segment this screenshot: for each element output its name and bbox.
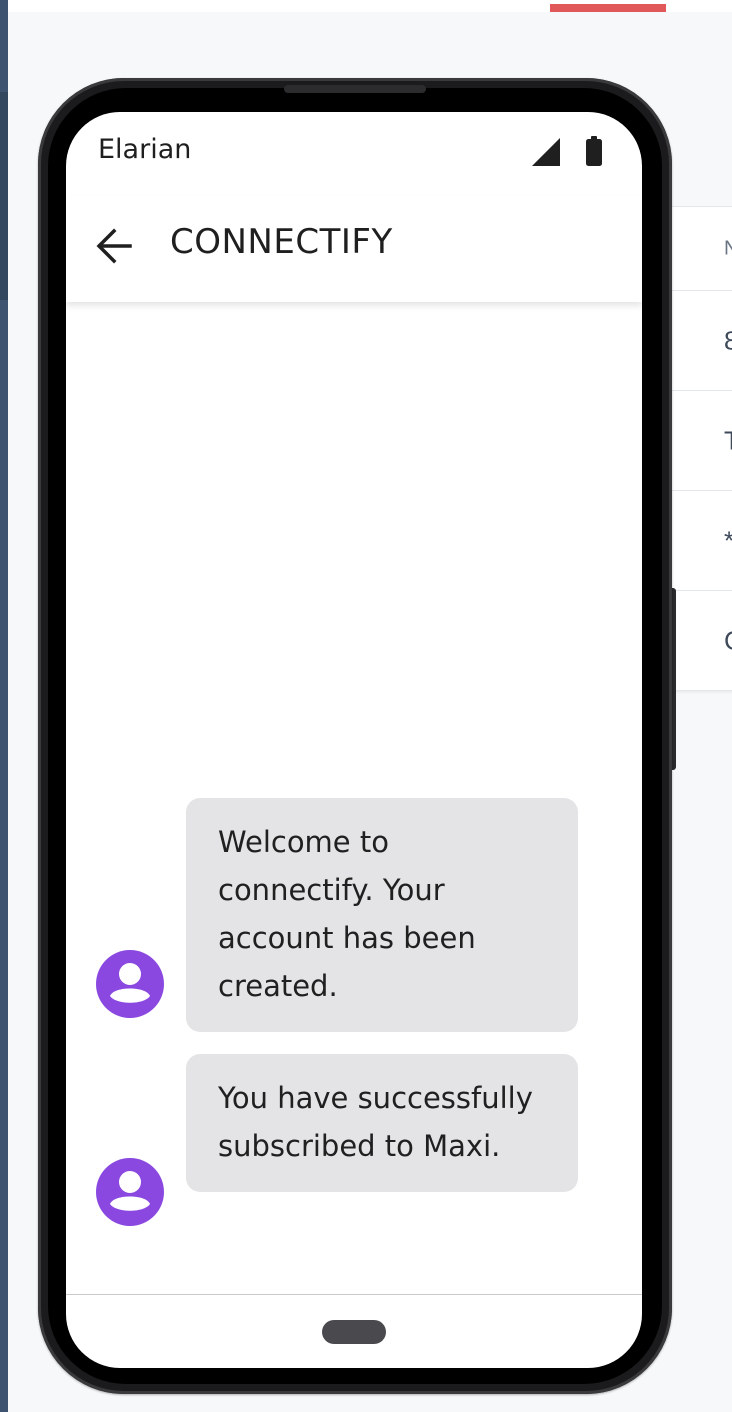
account-circle-icon [96,1158,164,1226]
arrow-back-icon[interactable] [94,226,134,266]
conversation-title: CONNECTIFY [170,222,393,262]
carrier-name: Elarian [98,134,192,165]
message-list: Welcome to connectify. Your account has … [66,302,642,1294]
message-bubble[interactable]: Welcome to connectify. Your account has … [186,798,578,1032]
sidebar-active-tab [0,92,8,300]
phone-speaker [284,85,426,93]
message-bubble[interactable]: You have successfully subscribed to Maxi… [186,1054,578,1192]
table-cell: C [724,625,732,656]
active-tab-indicator [550,4,666,12]
account-circle-icon [96,950,164,1018]
message-item: Welcome to connectify. Your account has … [96,798,616,1032]
battery-icon [586,136,602,166]
table-header-cell: N [724,237,732,259]
nav-divider [66,1294,642,1295]
app-bar: CONNECTIFY [66,196,642,302]
home-gesture-pill[interactable] [322,1320,386,1344]
status-bar: Elarian [66,112,642,196]
message-item: You have successfully subscribed to Maxi… [96,1054,616,1230]
cell-signal-icon [532,138,560,166]
table-cell: * [724,525,732,556]
phone-screen: Elarian CONNECTIFY Welcome to connectify… [66,112,642,1368]
table-cell: 8 [724,325,732,355]
table-cell: T [724,425,732,455]
